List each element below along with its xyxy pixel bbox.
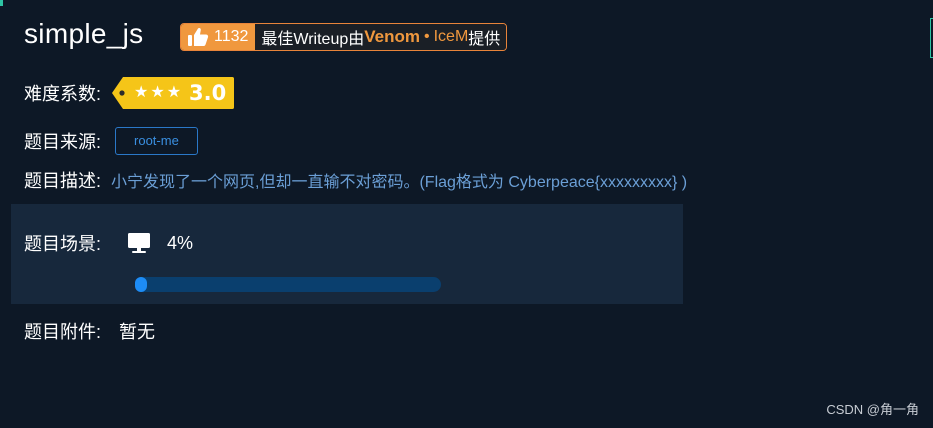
writeup-prefix: 最佳Writeup由 [261, 31, 365, 48]
difficulty-row: 难度系数: ★ ★ ★ 3.0 [24, 76, 235, 110]
title-row: simple_js [24, 18, 143, 50]
corner-accent [0, 0, 3, 6]
writeup-separator: • [424, 28, 430, 45]
star-icon: ★ [150, 84, 165, 101]
thumbs-up-icon [187, 27, 209, 47]
scene-progress-text: 4% [167, 232, 194, 253]
writeup-suffix: 提供 [468, 31, 501, 48]
monitor-icon[interactable] [101, 232, 151, 254]
scene-progress-bar [135, 277, 441, 292]
like-button[interactable]: 1132 [181, 24, 256, 50]
source-row: 题目来源: root-me [24, 127, 198, 155]
attachment-value: 暂无 [119, 322, 156, 342]
scene-row: 题目场景: 4% [24, 230, 193, 256]
difficulty-value: 3.0 [189, 81, 227, 105]
difficulty-label: 难度系数: [24, 84, 102, 104]
description-row: 题目描述: 小宁发现了一个网页,但却一直输不对密码。(Flag格式为 Cyber… [24, 167, 687, 193]
description-text: 小宁发现了一个网页,但却一直输不对密码。(Flag格式为 Cyberpeace{… [111, 174, 688, 191]
scene-label: 题目场景: [24, 234, 102, 254]
like-count: 1132 [214, 28, 249, 45]
attachment-label: 题目附件: [24, 322, 102, 342]
scene-panel: 题目场景: 4% [11, 204, 683, 304]
challenge-title: simple_js [24, 18, 144, 49]
watermark: CSDN @角一角 [826, 402, 919, 417]
star-icon: ★ [134, 84, 149, 101]
attachment-row: 题目附件: 暂无 [24, 318, 155, 344]
scene-progress-fill [135, 277, 148, 292]
writeup-author-secondary[interactable]: IceM [434, 28, 469, 46]
description-label: 题目描述: [24, 171, 102, 191]
difficulty-badge: ★ ★ ★ 3.0 [111, 76, 235, 110]
writeup-author-primary[interactable]: Venom [364, 27, 420, 47]
writeup-credit: 最佳Writeup由 Venom • IceM 提供 [255, 24, 507, 50]
source-label: 题目来源: [24, 132, 102, 152]
source-tag[interactable]: root-me [115, 127, 198, 155]
star-icon: ★ [166, 84, 182, 101]
writeup-badge[interactable]: 1132 最佳Writeup由 Venom • IceM 提供 [180, 23, 508, 51]
